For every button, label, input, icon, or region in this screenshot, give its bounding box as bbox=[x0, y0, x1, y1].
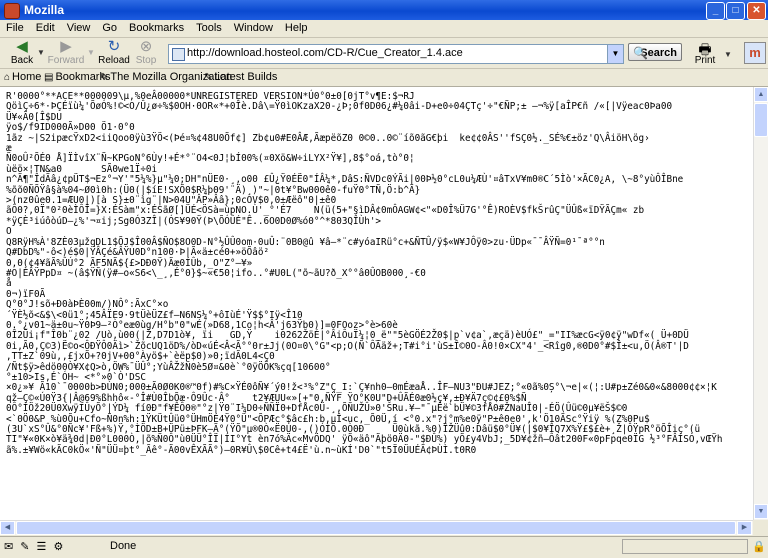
security-lock-icon: 🔒 bbox=[752, 541, 766, 553]
mozilla-throbber-icon[interactable]: m bbox=[744, 42, 766, 64]
forward-label: Forward bbox=[47, 55, 85, 66]
forward-button[interactable]: ▶ Forward bbox=[46, 39, 86, 67]
print-dropdown[interactable]: ▼ bbox=[724, 50, 732, 59]
menu-tools[interactable]: Tools bbox=[190, 20, 228, 36]
url-bar[interactable]: ▼ bbox=[168, 44, 624, 64]
vertical-scrollbar[interactable]: ▲ ▼ bbox=[753, 87, 768, 520]
maximize-button[interactable]: □ bbox=[726, 2, 745, 20]
page-icon bbox=[172, 48, 185, 61]
reload-label: Reload bbox=[98, 55, 130, 66]
home-icon: ⌂ bbox=[4, 72, 11, 83]
back-history-dropdown[interactable]: ▼ bbox=[37, 48, 45, 57]
arrow-left-icon: ◀ bbox=[16, 38, 28, 55]
menu-go[interactable]: Go bbox=[96, 20, 123, 36]
page-content: R'0000°**ACE**000009\µ,%0eÂ00000*UNREGIS… bbox=[0, 87, 753, 520]
scroll-right-icon[interactable]: ▶ bbox=[737, 521, 752, 535]
menu-view[interactable]: View bbox=[61, 20, 97, 36]
arrow-right-icon: ▶ bbox=[60, 38, 72, 55]
vertical-scroll-thumb[interactable] bbox=[754, 103, 768, 137]
back-label: Back bbox=[10, 55, 34, 66]
bookmark-home[interactable]: ⌂ Home bbox=[4, 71, 41, 83]
scroll-up-icon[interactable]: ▲ bbox=[754, 87, 768, 102]
scroll-down-icon[interactable]: ▼ bbox=[754, 504, 768, 519]
bookmarks-icon: ▤ bbox=[44, 72, 54, 83]
menu-bookmarks[interactable]: Bookmarks bbox=[123, 20, 190, 36]
url-input[interactable] bbox=[187, 46, 597, 60]
menu-file[interactable]: File bbox=[0, 20, 30, 36]
printer-icon: 🖶 bbox=[698, 41, 712, 57]
magnifier-icon: 🔍 bbox=[633, 46, 648, 60]
horizontal-scrollbar[interactable]: ◀ ▶ bbox=[0, 520, 753, 535]
mozilla-app-icon bbox=[4, 3, 20, 19]
search-button[interactable]: 🔍 Search bbox=[628, 43, 682, 61]
window-title: Mozilla bbox=[24, 3, 65, 17]
menu-window[interactable]: Window bbox=[228, 20, 279, 36]
progress-panel bbox=[622, 539, 748, 554]
binary-text-content: R'0000°**ACE**000009\µ,%0eÂ00000*UNREGIS… bbox=[6, 91, 723, 456]
back-button[interactable]: ◀ Back bbox=[2, 39, 42, 67]
menu-bar: File Edit View Go Bookmarks Tools Window Help bbox=[0, 20, 768, 38]
stop-button[interactable]: ⊗ Stop bbox=[128, 39, 164, 67]
close-button[interactable]: ✕ bbox=[747, 2, 766, 20]
menu-help[interactable]: Help bbox=[279, 20, 314, 36]
print-button[interactable]: 🖶 Print bbox=[688, 39, 722, 67]
bookmark-icon: ✎ bbox=[204, 72, 213, 83]
horizontal-scroll-thumb[interactable] bbox=[16, 521, 736, 535]
scroll-left-icon[interactable]: ◀ bbox=[0, 521, 15, 535]
stop-icon: ⊗ bbox=[139, 38, 153, 55]
menu-edit[interactable]: Edit bbox=[30, 20, 61, 36]
component-bar-icons[interactable]: ✉ ✎ ☰ ⚙ bbox=[4, 540, 65, 553]
print-label: Print bbox=[694, 55, 716, 66]
bookmark-latest-builds[interactable]: ✎ Latest Builds bbox=[204, 71, 277, 83]
title-bar: Mozilla _ □ ✕ bbox=[0, 0, 768, 20]
minimize-button[interactable]: _ bbox=[706, 2, 725, 20]
stop-label: Stop bbox=[135, 55, 157, 66]
status-bar: ✉ ✎ ☰ ⚙ Done 🔒 bbox=[0, 536, 768, 558]
url-dropdown-icon[interactable]: ▼ bbox=[607, 45, 623, 63]
bookmark-icon: ✎ bbox=[100, 72, 109, 83]
personal-toolbar: ⌂ Home ▤ Bookmarks ✎ The Mozilla Organizati… bbox=[0, 69, 768, 87]
status-text: Done bbox=[110, 540, 137, 552]
